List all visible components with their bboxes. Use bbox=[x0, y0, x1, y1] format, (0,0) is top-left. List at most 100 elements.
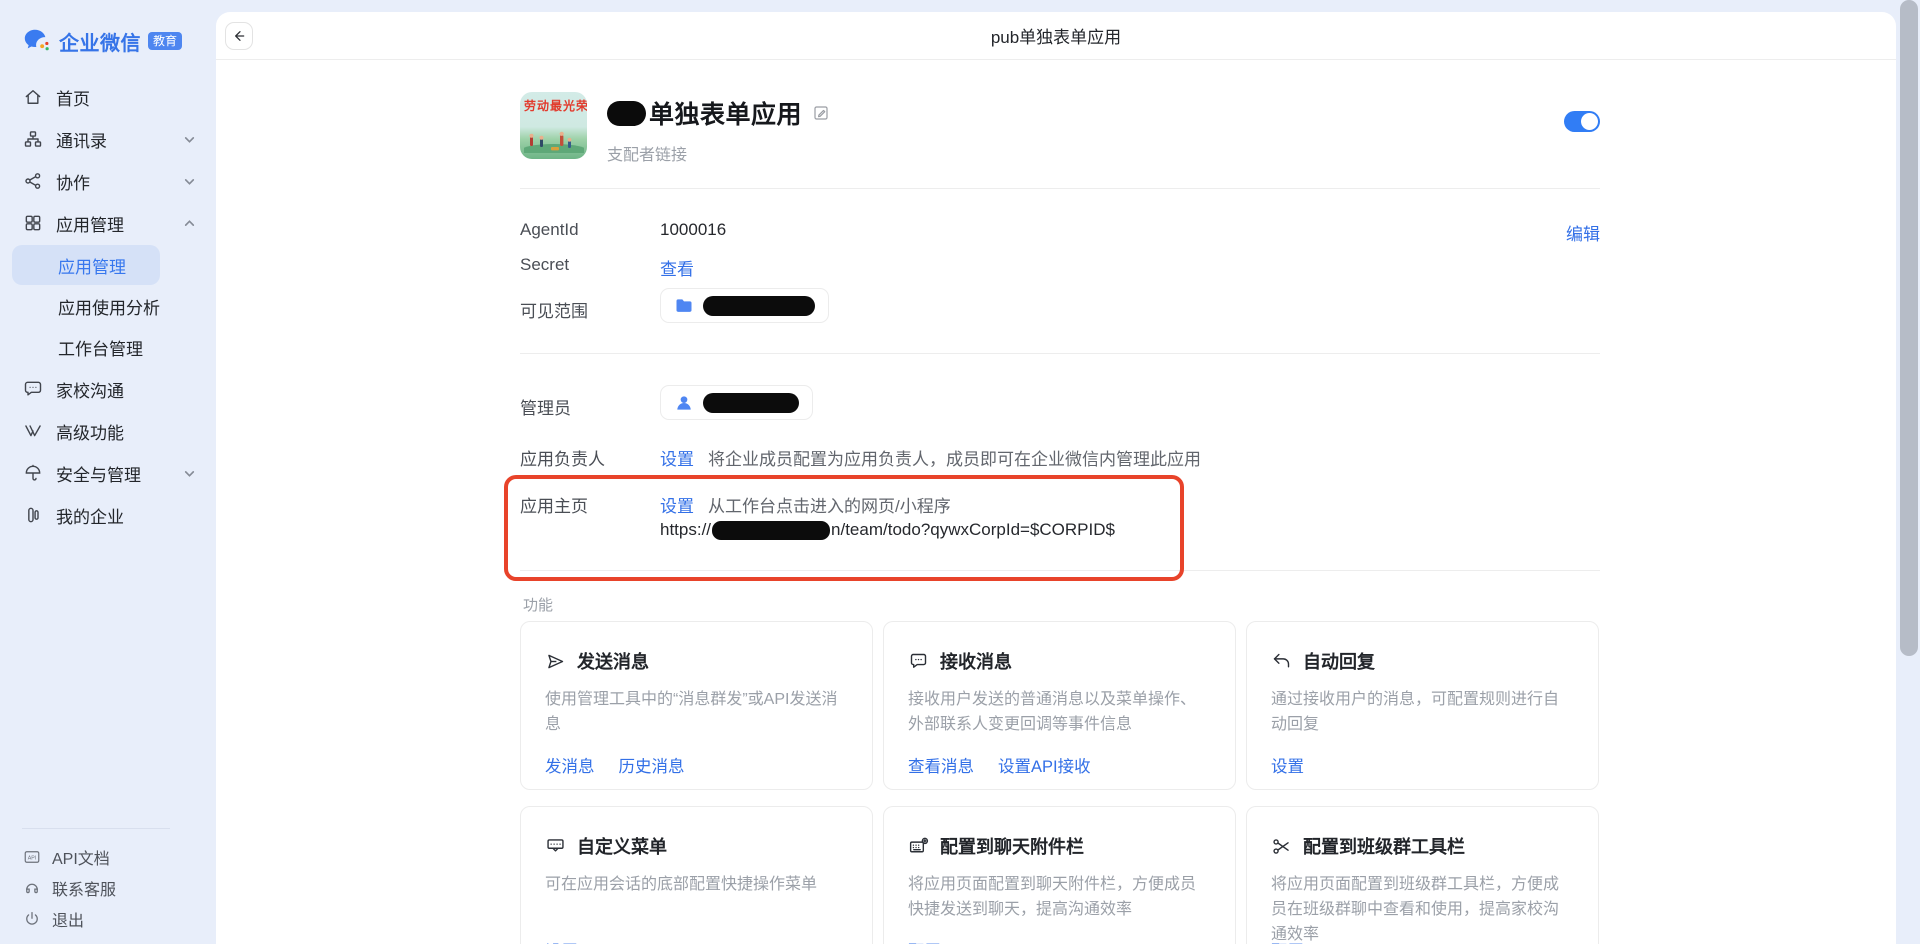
admin-chip[interactable] bbox=[660, 385, 813, 420]
auto-reply-settings-link[interactable]: 设置 bbox=[1271, 753, 1304, 777]
custom-menu-settings-link[interactable]: 设置 bbox=[545, 938, 578, 944]
redacted-text bbox=[607, 101, 646, 126]
app-subtitle: 支配者链接 bbox=[607, 141, 830, 165]
agentid-row: AgentId 1000016 bbox=[520, 220, 726, 240]
chevron-down-icon bbox=[183, 175, 196, 188]
panel-header: pub单独表单应用 bbox=[216, 12, 1896, 60]
sidebar: 企业微信 教育 首页 通讯录 协作 bbox=[0, 0, 212, 944]
set-api-receive-link[interactable]: 设置API接收 bbox=[998, 753, 1091, 777]
admin-label: 管理员 bbox=[520, 386, 660, 419]
homepage-desc: 从工作台点击进入的网页/小程序 bbox=[708, 492, 951, 517]
feature-card-title: 发送消息 bbox=[577, 648, 649, 674]
features-section-label: 功能 bbox=[523, 594, 553, 615]
homepage-set-link[interactable]: 设置 bbox=[660, 492, 694, 517]
secret-view-link[interactable]: 查看 bbox=[660, 255, 694, 280]
feature-card-send-message: 发送消息 使用管理工具中的“消息群发”或API发送消息 发消息 历史消息 bbox=[520, 621, 873, 790]
panel-content: 劳动最光荣 单独表单应用 bbox=[520, 60, 1600, 944]
scrollbar-thumb[interactable] bbox=[1900, 0, 1918, 656]
auto-reply-icon bbox=[1271, 651, 1292, 672]
sidebar-item-home[interactable]: 首页 bbox=[0, 76, 212, 118]
feature-cards-row-1: 发送消息 使用管理工具中的“消息群发”或API发送消息 发消息 历史消息 接收消… bbox=[520, 621, 1599, 790]
sidebar-subitem-label: 应用使用分析 bbox=[58, 294, 160, 319]
feature-card-desc: 将应用页面配置到班级群工具栏，方便成员在班级群聊中查看和使用，提高家校沟通效率 bbox=[1271, 872, 1574, 944]
sidebar-item-label: 应用管理 bbox=[56, 211, 124, 236]
class-toolbar-config-link[interactable]: 配置 bbox=[1271, 938, 1304, 944]
feature-card-title: 自动回复 bbox=[1303, 648, 1375, 674]
app-enabled-toggle[interactable] bbox=[1564, 111, 1600, 132]
chevron-down-icon bbox=[183, 467, 196, 480]
brand-name: 企业微信 bbox=[59, 27, 141, 56]
visible-scope-label: 可见范围 bbox=[520, 289, 660, 322]
toggle-knob bbox=[1581, 113, 1598, 130]
api-doc-icon: API bbox=[23, 848, 41, 866]
contacts-icon bbox=[23, 129, 43, 149]
sidebar-item-logout[interactable]: 退出 bbox=[0, 903, 212, 934]
chat-attachment-icon bbox=[908, 836, 929, 857]
sidebar-subitem-app-management[interactable]: 应用管理 bbox=[12, 245, 160, 285]
send-icon bbox=[545, 651, 566, 672]
sidebar-item-label: 家校沟通 bbox=[56, 377, 124, 402]
sidebar-item-contact-support[interactable]: 联系客服 bbox=[0, 872, 212, 903]
history-message-link[interactable]: 历史消息 bbox=[619, 753, 685, 777]
feature-card-chat-attachment: 配置到聊天附件栏 将应用页面配置到聊天附件栏，方便成员快捷发送到聊天，提高沟通效… bbox=[883, 806, 1236, 944]
feature-card-receive-message: 接收消息 接收用户发送的普通消息以及菜单操作、外部联系人变更回调等事件信息 查看… bbox=[883, 621, 1236, 790]
agentid-value: 1000016 bbox=[660, 220, 726, 240]
sidebar-item-app-management[interactable]: 应用管理 bbox=[0, 202, 212, 244]
sidebar-item-label: 通讯录 bbox=[56, 127, 107, 152]
sidebar-subitem-app-usage-analysis[interactable]: 应用使用分析 bbox=[12, 286, 160, 326]
visible-scope-chip[interactable] bbox=[660, 288, 829, 323]
admin-row: 管理员 bbox=[520, 385, 813, 420]
sidebar-item-collaboration[interactable]: 协作 bbox=[0, 160, 212, 202]
app-homepage-label: 应用主页 bbox=[520, 492, 660, 517]
feature-card-desc: 通过接收用户的消息，可配置规则进行自动回复 bbox=[1271, 687, 1574, 737]
sidebar-item-home-school[interactable]: 家校沟通 bbox=[0, 368, 212, 410]
owner-set-link[interactable]: 设置 bbox=[660, 445, 694, 470]
feature-card-title: 自定义菜单 bbox=[577, 833, 667, 859]
chevron-down-icon bbox=[183, 133, 196, 146]
app-owner-row: 应用负责人 设置 将企业成员配置为应用负责人，成员即可在企业微信内管理此应用 bbox=[520, 445, 1201, 470]
edit-link[interactable]: 编辑 bbox=[1566, 220, 1600, 245]
feature-card-desc: 使用管理工具中的“消息群发”或API发送消息 bbox=[545, 687, 848, 737]
divider bbox=[520, 188, 1600, 189]
feature-card-title: 配置到班级群工具栏 bbox=[1303, 833, 1465, 859]
sidebar-item-my-company[interactable]: 我的企业 bbox=[0, 494, 212, 536]
logo: 企业微信 教育 bbox=[0, 0, 212, 76]
custom-menu-icon bbox=[545, 836, 566, 857]
feature-card-class-group-toolbar: 配置到班级群工具栏 将应用页面配置到班级群工具栏，方便成员在班级群聊中查看和使用… bbox=[1246, 806, 1599, 944]
sidebar-item-label: 我的企业 bbox=[56, 503, 124, 528]
sidebar-item-advanced-features[interactable]: 高级功能 bbox=[0, 410, 212, 452]
class-group-toolbar-icon bbox=[1271, 836, 1292, 857]
sidebar-subitem-workbench-management[interactable]: 工作台管理 bbox=[12, 327, 160, 367]
divider bbox=[22, 828, 170, 829]
home-icon bbox=[23, 87, 43, 107]
sidebar-item-api-docs[interactable]: API API文档 bbox=[0, 841, 212, 872]
app-homepage-row: 应用主页 设置 从工作台点击进入的网页/小程序 bbox=[520, 492, 951, 517]
homepage-url: https:// n/team/todo?qywxCorpId=$CORPID$ bbox=[660, 520, 1115, 540]
agentid-label: AgentId bbox=[520, 220, 660, 240]
sidebar-item-contacts[interactable]: 通讯录 bbox=[0, 118, 212, 160]
app-logo-figures bbox=[524, 131, 584, 153]
scrollbar bbox=[1900, 0, 1918, 944]
send-message-link[interactable]: 发消息 bbox=[545, 753, 595, 777]
app-logo-image: 劳动最光荣 bbox=[520, 92, 587, 159]
homepage-url-prefix: https:// bbox=[660, 520, 711, 540]
sidebar-item-security-management[interactable]: 安全与管理 bbox=[0, 452, 212, 494]
chat-attachment-config-link[interactable]: 配置 bbox=[908, 938, 941, 944]
page-title: pub单独表单应用 bbox=[216, 12, 1896, 59]
svg-text:API: API bbox=[28, 855, 36, 861]
feature-card-auto-reply: 自动回复 通过接收用户的消息，可配置规则进行自动回复 设置 bbox=[1246, 621, 1599, 790]
chevron-up-icon bbox=[183, 217, 196, 230]
edit-name-icon[interactable] bbox=[812, 104, 830, 122]
umbrella-icon bbox=[23, 463, 43, 483]
feature-card-title: 接收消息 bbox=[940, 648, 1012, 674]
sidebar-item-label: 协作 bbox=[56, 169, 90, 194]
sidebar-item-label: 退出 bbox=[52, 907, 84, 931]
headset-icon bbox=[23, 879, 41, 897]
owner-desc: 将企业成员配置为应用负责人，成员即可在企业微信内管理此应用 bbox=[708, 445, 1201, 470]
sidebar-item-label: 高级功能 bbox=[56, 419, 124, 444]
sidebar-item-label: 联系客服 bbox=[52, 876, 116, 900]
collaboration-icon bbox=[23, 171, 43, 191]
divider bbox=[520, 353, 1600, 354]
view-message-link[interactable]: 查看消息 bbox=[908, 753, 974, 777]
edu-badge: 教育 bbox=[148, 32, 182, 50]
